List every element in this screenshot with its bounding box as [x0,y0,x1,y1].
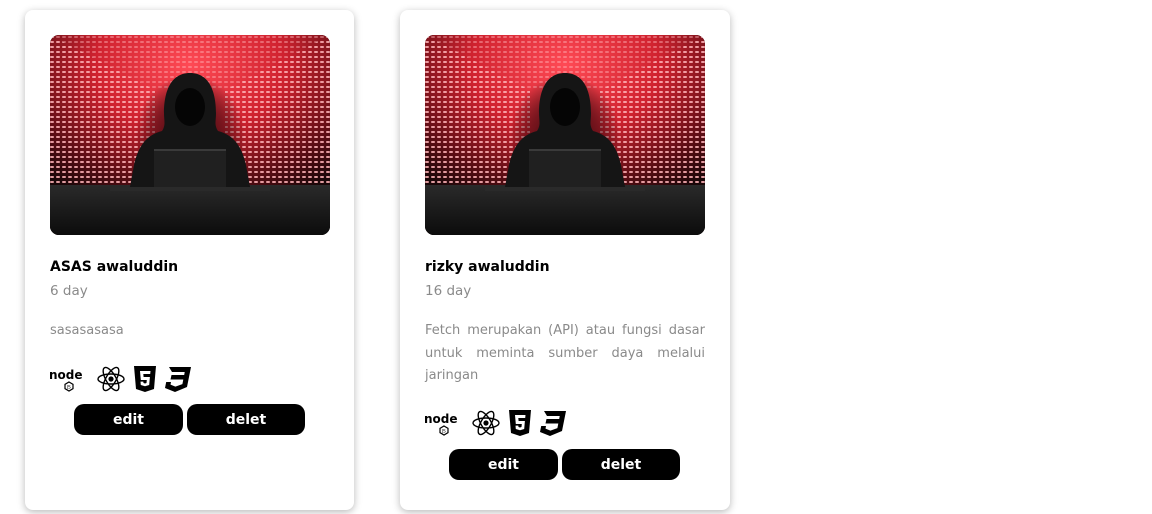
edit-button[interactable]: edit [74,404,183,435]
hacker-image [50,35,330,235]
card-date: 16 day [425,283,472,299]
svg-text:JS: JS [441,429,446,435]
html5-icon [133,365,157,393]
project-card: rizky awaluddin 16 day Fetch merupakan (… [400,10,730,510]
html5-icon [508,409,532,437]
card-actions: edit delet [74,404,305,435]
card-description: sasasasasa [50,323,124,338]
delete-button[interactable]: delet [562,449,680,480]
technology-icons: node JS [424,409,567,437]
nodejs-icon: node JS [49,365,89,393]
project-card: ASAS awaluddin 6 day sasasasasa node JS [25,10,354,510]
card-title: rizky awaluddin [425,259,550,275]
delete-button[interactable]: delet [187,404,305,435]
technology-icons: node JS [49,365,192,393]
react-icon [471,409,501,437]
css3-icon [164,365,192,393]
card-title: ASAS awaluddin [50,259,179,275]
card-actions: edit delet [449,449,680,480]
project-thumbnail [425,35,705,235]
edit-button[interactable]: edit [449,449,558,480]
card-description: Fetch merupakan (API) atau fungsi dasar … [425,323,705,383]
react-icon [96,365,126,393]
css3-icon [539,409,567,437]
card-date: 6 day [50,283,88,299]
svg-text:node: node [424,412,458,426]
svg-text:JS: JS [66,385,71,391]
nodejs-icon: node JS [424,409,464,437]
svg-text:node: node [49,368,83,382]
hacker-image [425,35,705,235]
project-thumbnail [50,35,330,235]
